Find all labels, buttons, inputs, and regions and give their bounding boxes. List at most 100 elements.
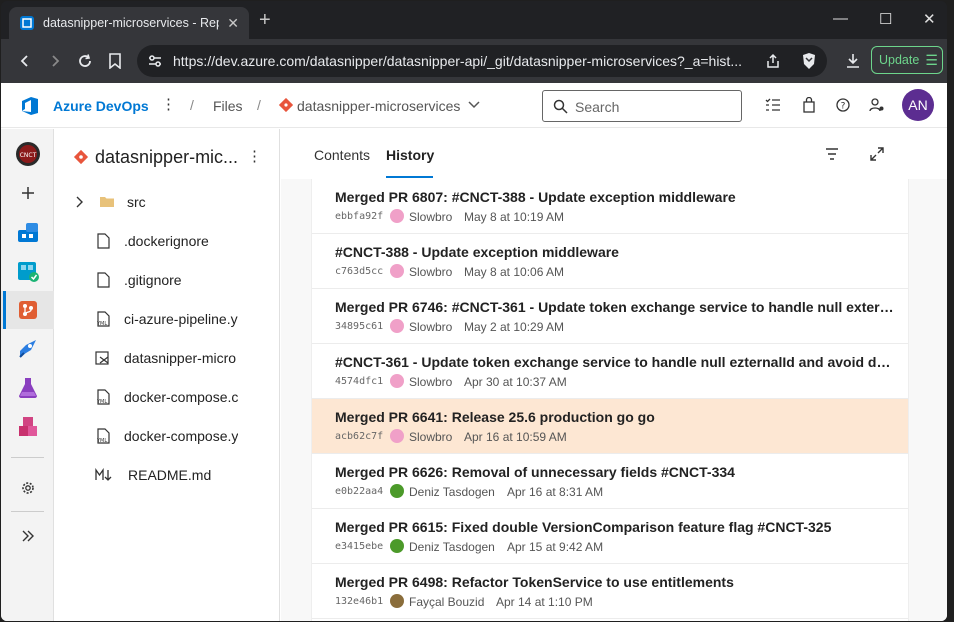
commit-hash[interactable]: ebbfa92f xyxy=(335,211,383,222)
author-name: Slowbro xyxy=(409,375,453,389)
rail-divider xyxy=(11,511,44,512)
commit-hash[interactable]: 132e46b1 xyxy=(335,596,383,607)
project-logo-icon[interactable]: CNCT xyxy=(1,135,54,173)
back-icon[interactable] xyxy=(15,51,35,71)
author-name: Slowbro xyxy=(409,320,453,334)
bookmark-icon[interactable] xyxy=(105,51,125,71)
commit-row[interactable]: Merged PR 6641: Release 25.6 production … xyxy=(312,399,908,454)
address-bar-row: https://dev.azure.com/datasnipper/datasn… xyxy=(1,39,947,83)
share-icon[interactable] xyxy=(765,53,781,69)
main-content: Contents History Merged PR 6807: #CNCT-3… xyxy=(281,129,947,621)
commit-row[interactable]: #CNCT-388 - Update exception middleware c… xyxy=(312,234,908,289)
commit-hash[interactable]: c763d5cc xyxy=(335,266,383,277)
chevron-down-icon[interactable] xyxy=(468,100,480,110)
tree-item-readme[interactable]: README.md xyxy=(55,455,279,494)
azure-devops-favicon-icon xyxy=(20,16,34,30)
gear-icon[interactable] xyxy=(1,469,54,507)
commit-message[interactable]: Merged PR 6626: Removal of unnecessary f… xyxy=(335,464,895,480)
breadcrumb-repo[interactable]: datasnipper-microservices xyxy=(297,98,460,114)
artifacts-icon[interactable] xyxy=(1,408,54,446)
breadcrumb-separator: / xyxy=(257,97,261,113)
search-input[interactable]: Search xyxy=(542,90,742,122)
tree-item-src[interactable]: src xyxy=(55,182,279,221)
search-placeholder: Search xyxy=(575,99,620,115)
breadcrumb-files[interactable]: Files xyxy=(213,98,243,114)
repo-title[interactable]: datasnipper-mic... xyxy=(95,147,240,168)
commit-hash[interactable]: e3415ebe xyxy=(335,541,383,552)
commit-row[interactable]: Merged PR 6626: Removal of unnecessary f… xyxy=(312,454,908,509)
filter-icon[interactable] xyxy=(825,148,839,160)
git-repo-icon xyxy=(73,149,89,165)
expand-rail-icon[interactable] xyxy=(1,517,54,555)
new-tab-icon[interactable]: + xyxy=(259,10,271,30)
site-settings-icon[interactable] xyxy=(147,53,163,69)
brand-name[interactable]: Azure DevOps xyxy=(53,98,149,114)
tab-close-icon[interactable]: ✕ xyxy=(227,15,239,32)
marketplace-icon[interactable] xyxy=(800,96,818,114)
svg-text:CNCT: CNCT xyxy=(19,152,36,159)
commit-row[interactable]: Merged PR 6807: #CNCT-388 - Update excep… xyxy=(312,179,908,234)
tree-item-label: docker-compose.c xyxy=(124,388,239,405)
commit-message[interactable]: Merged PR 6615: Fixed double VersionComp… xyxy=(335,519,895,535)
azure-devops-logo-icon[interactable] xyxy=(19,95,41,117)
author-name: Slowbro xyxy=(409,265,453,279)
svg-text:YML: YML xyxy=(96,321,107,327)
pipelines-icon[interactable] xyxy=(1,330,54,368)
boards-icon[interactable] xyxy=(1,252,54,290)
yml-file-icon: YML xyxy=(96,310,110,327)
forward-icon[interactable] xyxy=(45,51,65,71)
download-icon[interactable] xyxy=(843,51,863,71)
tree-item-gitignore[interactable]: .gitignore xyxy=(55,260,279,299)
expand-icon[interactable] xyxy=(870,147,884,161)
tab-contents[interactable]: Contents xyxy=(314,147,370,163)
commit-date: Apr 16 at 10:59 AM xyxy=(464,430,567,444)
commit-message[interactable]: #CNCT-361 - Update token exchange servic… xyxy=(335,354,895,370)
repos-icon[interactable] xyxy=(1,291,54,329)
commit-row[interactable]: #CNCT-361 - Update token exchange servic… xyxy=(312,344,908,399)
commit-hash[interactable]: acb62c7f xyxy=(335,431,383,442)
commit-message[interactable]: Merged PR 6641: Release 25.6 production … xyxy=(335,409,895,425)
add-icon[interactable] xyxy=(1,174,54,212)
chevron-right-icon[interactable] xyxy=(75,196,85,208)
reload-icon[interactable] xyxy=(75,51,95,71)
maximize-icon[interactable]: ☐ xyxy=(879,10,892,28)
tree-item-ci-pipeline[interactable]: YML ci-azure-pipeline.y xyxy=(55,299,279,338)
more-actions-icon[interactable]: ⋮ xyxy=(161,95,176,113)
commit-row[interactable]: Merged PR 6615: Fixed double VersionComp… xyxy=(312,509,908,564)
commit-hash[interactable]: 4574dfc1 xyxy=(335,376,383,387)
commit-row[interactable]: Merged PR 6498: Refactor TokenService to… xyxy=(312,564,908,619)
brave-shield-icon[interactable] xyxy=(801,52,817,70)
avatar[interactable]: AN xyxy=(902,89,934,121)
browser-tab[interactable]: datasnipper-microservices - Repos ✕ xyxy=(9,7,249,39)
author-avatar xyxy=(390,264,404,278)
svg-text:YML: YML xyxy=(96,438,107,444)
repo-more-icon[interactable]: ⋮ xyxy=(247,147,262,165)
boards-overview-icon[interactable] xyxy=(1,213,54,251)
commit-message[interactable]: Merged PR 6746: #CNCT-361 - Update token… xyxy=(335,299,895,315)
commit-hash[interactable]: 34895c61 xyxy=(335,321,383,332)
commit-message[interactable]: Merged PR 6807: #CNCT-388 - Update excep… xyxy=(335,189,895,205)
author-avatar xyxy=(390,539,404,553)
test-plans-icon[interactable] xyxy=(1,369,54,407)
close-window-icon[interactable]: ✕ xyxy=(923,10,936,28)
tree-item-docker-compose-y[interactable]: YML docker-compose.y xyxy=(55,416,279,455)
commit-message[interactable]: Merged PR 6498: Refactor TokenService to… xyxy=(335,574,895,590)
commit-history-list: Merged PR 6807: #CNCT-388 - Update excep… xyxy=(311,179,909,621)
tree-item-dockerignore[interactable]: .dockerignore xyxy=(55,221,279,260)
tree-item-docker-compose-c[interactable]: YML docker-compose.c xyxy=(55,377,279,416)
view-tabs: Contents History xyxy=(281,129,947,179)
update-button[interactable]: Update ☰ xyxy=(871,46,943,74)
url-bar[interactable]: https://dev.azure.com/datasnipper/datasn… xyxy=(137,45,827,77)
ado-header: Azure DevOps ⋮ / Files / datasnipper-mic… xyxy=(1,83,947,128)
tab-history[interactable]: History xyxy=(386,147,434,163)
tree-item-solution[interactable]: datasnipper-micro xyxy=(55,338,279,377)
user-settings-icon[interactable] xyxy=(868,96,886,114)
minimize-icon[interactable]: — xyxy=(833,10,848,27)
task-list-icon[interactable] xyxy=(764,96,782,114)
commit-message[interactable]: #CNCT-388 - Update exception middleware xyxy=(335,244,895,260)
commit-row[interactable]: Merged PR 6746: #CNCT-361 - Update token… xyxy=(312,289,908,344)
yml-file-icon: YML xyxy=(96,427,110,444)
author-name: Deniz Tasdogen xyxy=(409,540,495,554)
help-icon[interactable]: ? xyxy=(834,96,852,114)
commit-hash[interactable]: e0b22aa4 xyxy=(335,486,383,497)
